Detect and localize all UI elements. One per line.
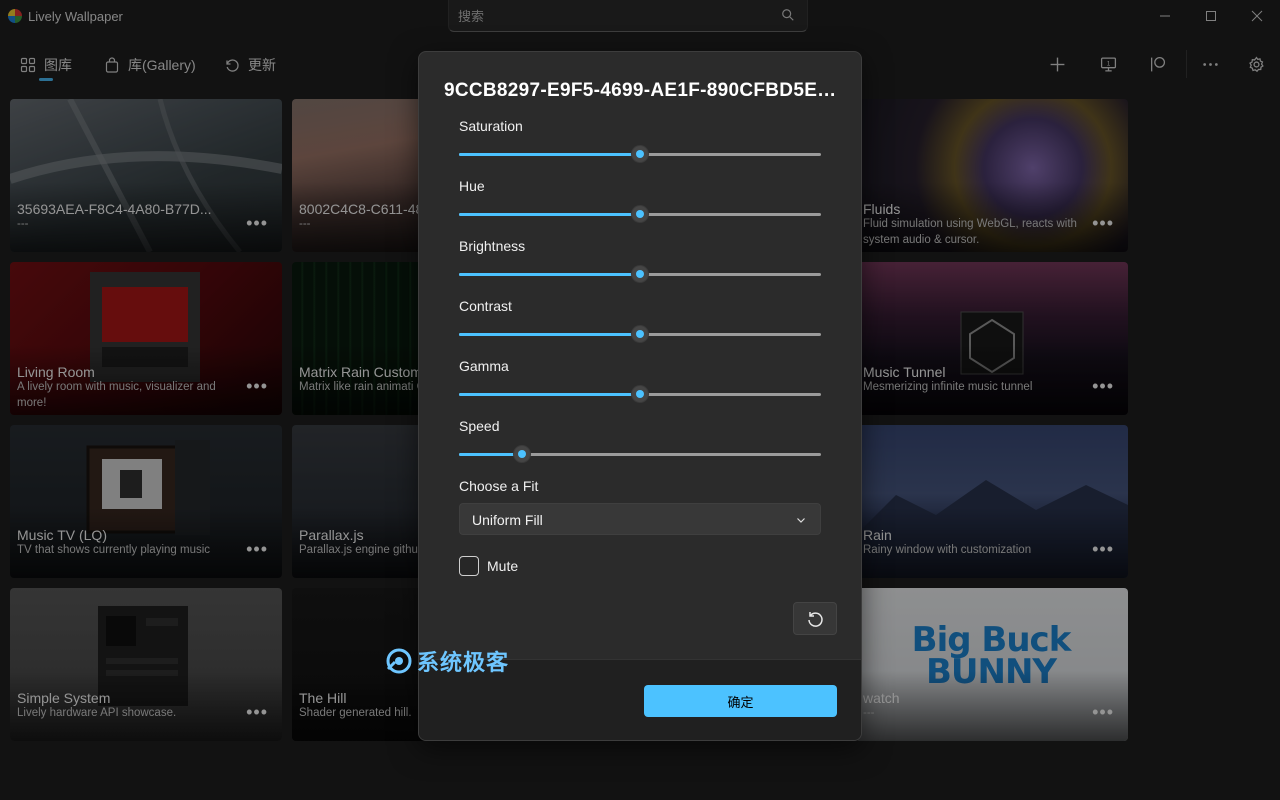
slider-thumb[interactable] xyxy=(631,385,649,403)
slider-fill xyxy=(459,213,640,216)
slider-thumb[interactable] xyxy=(631,265,649,283)
fit-dropdown-value: Uniform Fill xyxy=(472,512,543,528)
reset-button[interactable] xyxy=(793,602,837,635)
customise-dialog: 9CCB8297-E9F5-4699-AE1F-890CFBD5E29... S… xyxy=(418,51,862,741)
slider-label: Brightness xyxy=(459,238,526,254)
dialog-title: 9CCB8297-E9F5-4699-AE1F-890CFBD5E29... xyxy=(444,80,842,101)
brightness-slider[interactable] xyxy=(459,264,821,284)
slider-fill xyxy=(459,333,640,336)
slider-label: Speed xyxy=(459,418,500,434)
slider-thumb[interactable] xyxy=(631,205,649,223)
watermark-logo-icon xyxy=(386,648,412,674)
slider-label: Contrast xyxy=(459,298,512,314)
watermark-text: 系统极客 xyxy=(417,650,510,675)
watermark: 系统极客 xyxy=(385,646,509,676)
slider-thumb[interactable] xyxy=(631,145,649,163)
fit-dropdown[interactable]: Uniform Fill xyxy=(459,503,821,535)
slider-fill xyxy=(459,153,640,156)
mute-label: Mute xyxy=(487,558,519,574)
slider-label: Gamma xyxy=(459,358,509,374)
mute-checkbox[interactable] xyxy=(459,556,479,576)
gamma-slider[interactable] xyxy=(459,384,821,404)
contrast-slider[interactable] xyxy=(459,324,821,344)
slider-thumb[interactable] xyxy=(513,445,531,463)
slider-label: Hue xyxy=(459,178,485,194)
fit-label: Choose a Fit xyxy=(459,478,539,494)
slider-thumb[interactable] xyxy=(631,325,649,343)
speed-slider[interactable] xyxy=(459,444,821,464)
saturation-slider[interactable] xyxy=(459,144,821,164)
chevron-down-icon xyxy=(797,518,805,523)
slider-fill xyxy=(459,273,640,276)
hue-slider[interactable] xyxy=(459,204,821,224)
slider-fill xyxy=(459,393,640,396)
reset-icon xyxy=(808,611,823,627)
slider-label: Saturation xyxy=(459,118,523,134)
ok-button[interactable]: 确定 xyxy=(644,685,837,717)
